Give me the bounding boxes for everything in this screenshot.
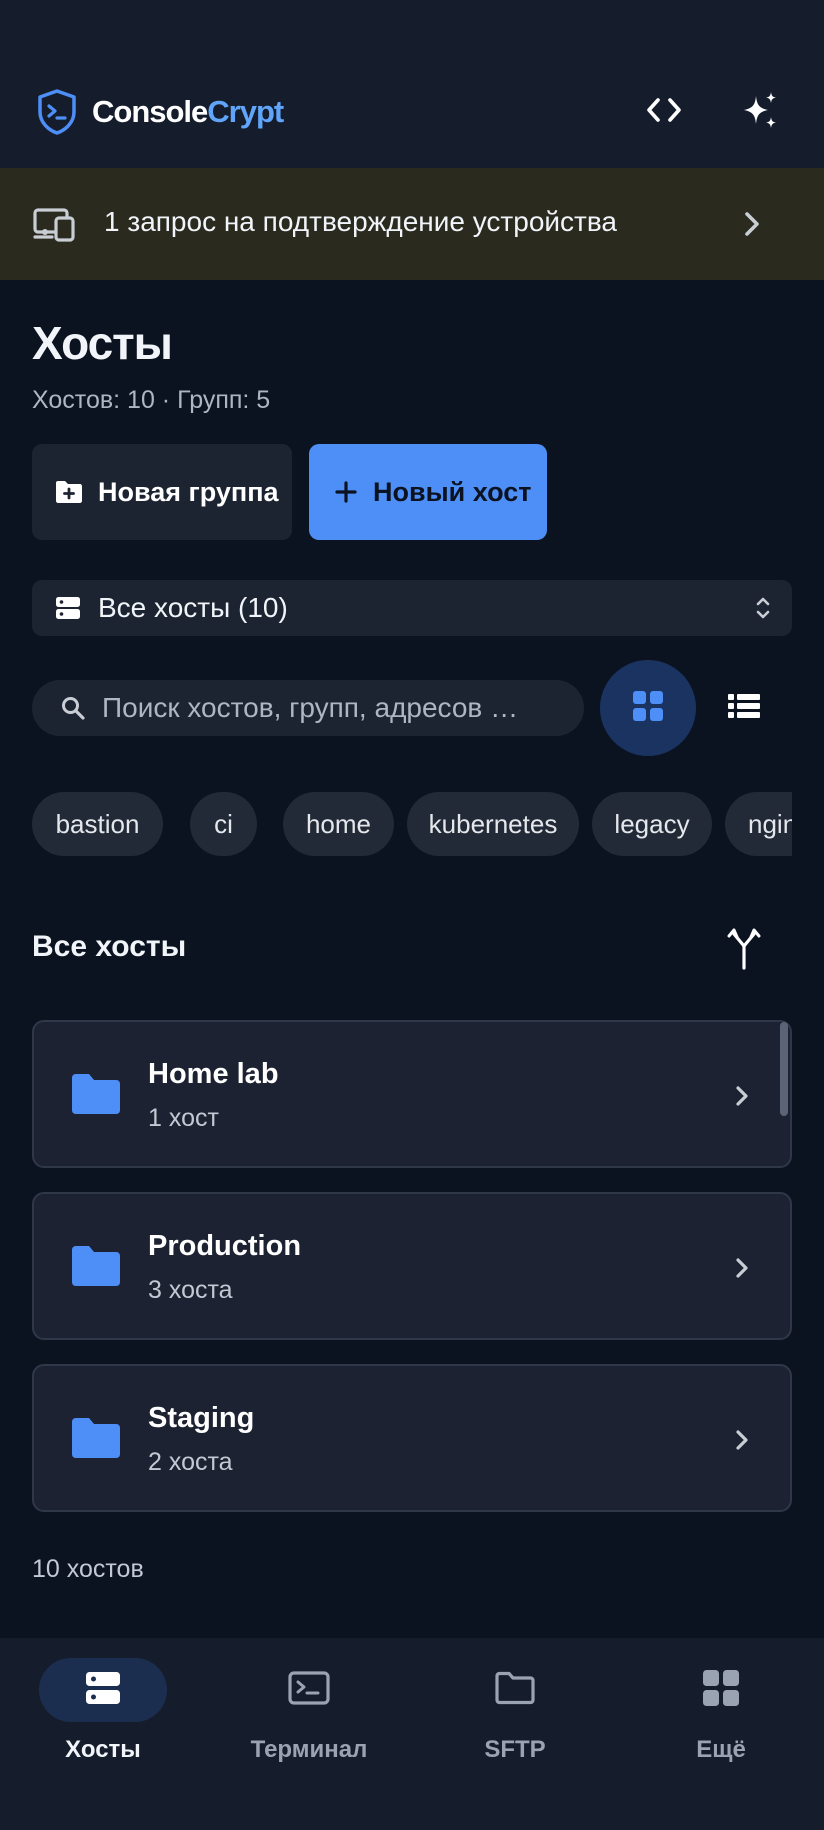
group-host-count: 3 хоста: [148, 1276, 233, 1304]
new-host-button[interactable]: Новый хост: [309, 444, 547, 540]
brand-name: ConsoleCrypt: [92, 94, 284, 129]
server-icon: [84, 1669, 122, 1712]
devices-icon: [32, 206, 76, 247]
grid-icon: [631, 689, 665, 728]
nav-label: SFTP: [484, 1736, 546, 1763]
tag-filter-list: bastion ci home kubernetes legacy nginx: [32, 792, 792, 856]
plus-icon: [333, 479, 359, 505]
unfold-icon: [754, 594, 772, 629]
nav-item-more[interactable]: Ещё: [641, 1658, 801, 1778]
tag-chip[interactable]: legacy: [592, 792, 712, 856]
new-group-label: Новая группа: [98, 476, 279, 507]
nav-label: Терминал: [250, 1736, 368, 1763]
scrollbar-thumb[interactable]: [780, 1022, 788, 1116]
search-icon: [60, 695, 86, 721]
grid-view-toggle[interactable]: [600, 660, 696, 756]
group-card-staging[interactable]: Staging 2 хоста: [32, 1364, 792, 1512]
search-input[interactable]: [102, 692, 562, 724]
list-view-toggle[interactable]: [724, 688, 764, 728]
nav-label: Ещё: [696, 1736, 746, 1763]
hosts-total-count: 10 хостов: [32, 1555, 144, 1583]
group-name: Staging: [148, 1402, 255, 1434]
chevron-right-icon: [730, 1426, 754, 1459]
section-title: Все хосты: [32, 930, 187, 963]
brand: ConsoleCrypt: [36, 88, 284, 136]
shield-terminal-icon: [36, 88, 78, 136]
nav-label: Хосты: [65, 1736, 141, 1763]
folder-plus-icon: [54, 479, 84, 505]
folder-icon: [70, 1072, 122, 1121]
banner-text: 1 запрос на подтверждение устройства: [104, 206, 617, 237]
bottom-navigation: Хосты Терминал SFTP Ещё: [0, 1638, 824, 1830]
tag-chip[interactable]: nginx: [725, 792, 792, 856]
group-card-production[interactable]: Production 3 хоста: [32, 1192, 792, 1340]
page-subtitle: Хостов: 10 · Групп: 5: [32, 386, 271, 414]
search-bar[interactable]: [32, 680, 584, 736]
group-host-count: 2 хоста: [148, 1448, 233, 1476]
nav-item-sftp[interactable]: SFTP: [435, 1658, 595, 1778]
tag-chip[interactable]: kubernetes: [407, 792, 579, 856]
server-icon: [54, 594, 82, 622]
app-header: ConsoleCrypt: [0, 0, 824, 168]
nav-item-hosts[interactable]: Хосты: [23, 1658, 183, 1778]
filter-selected-value: Все хосты (10): [98, 592, 288, 623]
new-host-label: Новый хост: [373, 476, 532, 507]
group-name: Home lab: [148, 1058, 279, 1090]
folder-icon: [70, 1416, 122, 1465]
tag-chip[interactable]: bastion: [32, 792, 163, 856]
folder-icon: [494, 1671, 536, 1710]
list-icon: [727, 692, 761, 725]
group-name: Production: [148, 1230, 302, 1262]
tag-chip[interactable]: home: [283, 792, 394, 856]
chevron-right-icon: [730, 1082, 754, 1115]
tag-chip[interactable]: ci: [190, 792, 257, 856]
group-card-home-lab[interactable]: Home lab 1 хост: [32, 1020, 792, 1168]
group-host-count: 1 хост: [148, 1104, 219, 1132]
chevron-right-icon: [738, 208, 766, 245]
nav-item-terminal[interactable]: Терминал: [229, 1658, 389, 1778]
grid-icon: [701, 1668, 741, 1713]
folder-icon: [70, 1244, 122, 1293]
new-group-button[interactable]: Новая группа: [32, 444, 292, 540]
merge-sort-icon[interactable]: [724, 926, 764, 975]
host-filter-select[interactable]: Все хосты (10): [32, 580, 792, 636]
device-approval-banner[interactable]: 1 запрос на подтверждение устройства: [0, 168, 824, 280]
sparkles-icon[interactable]: [740, 90, 780, 130]
page-title: Хосты: [32, 317, 173, 369]
chevron-right-icon: [730, 1254, 754, 1287]
terminal-icon: [288, 1670, 330, 1710]
code-icon[interactable]: [644, 90, 684, 130]
